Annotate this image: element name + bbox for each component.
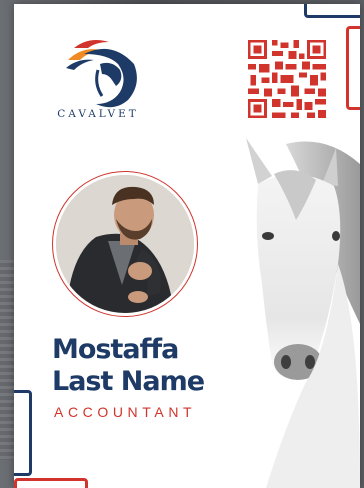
brand-name: CAVALVET <box>57 108 139 120</box>
person-photo <box>56 175 194 313</box>
employee-name: Mostaffa Last Name <box>52 334 252 398</box>
qr-code-icon <box>248 40 326 118</box>
id-badge-card: CAVALVET Mostaffa Last Name ACCOUNTANT <box>14 4 360 488</box>
frame-corner-top-right <box>304 4 360 18</box>
frame-corner-right <box>346 26 360 110</box>
last-name: Last Name <box>52 366 205 397</box>
frame-corner-bottom <box>14 478 88 488</box>
portrait-illustration <box>56 175 194 313</box>
frame-corner-left <box>14 390 32 476</box>
first-name: Mostaffa <box>52 334 179 365</box>
employee-role: ACCOUNTANT <box>54 404 197 420</box>
white-horse-image <box>246 138 360 488</box>
